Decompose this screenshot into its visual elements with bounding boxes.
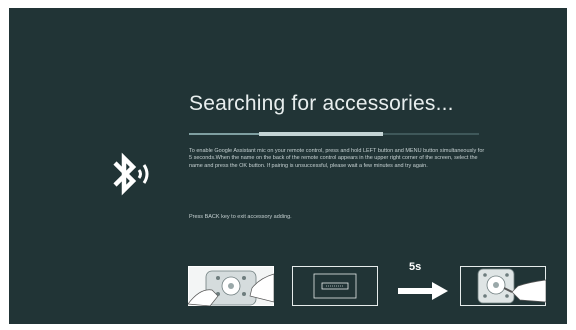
page-title: Searching for accessories... xyxy=(189,92,454,115)
search-progress-bar xyxy=(189,132,479,136)
exit-hint: Press BACK key to exit accessory adding. xyxy=(189,214,292,220)
duration-label: 5s xyxy=(409,261,422,273)
tv-screen-illustration xyxy=(292,266,378,306)
arrow-right-icon xyxy=(398,282,448,300)
bluetooth-icon xyxy=(113,152,149,196)
pairing-instructions: To enable Google Assistant mic on your r… xyxy=(189,148,485,169)
remote-press-ok-illustration xyxy=(460,266,546,306)
progress-indicator xyxy=(259,132,384,136)
remote-hold-buttons-illustration xyxy=(188,266,274,306)
